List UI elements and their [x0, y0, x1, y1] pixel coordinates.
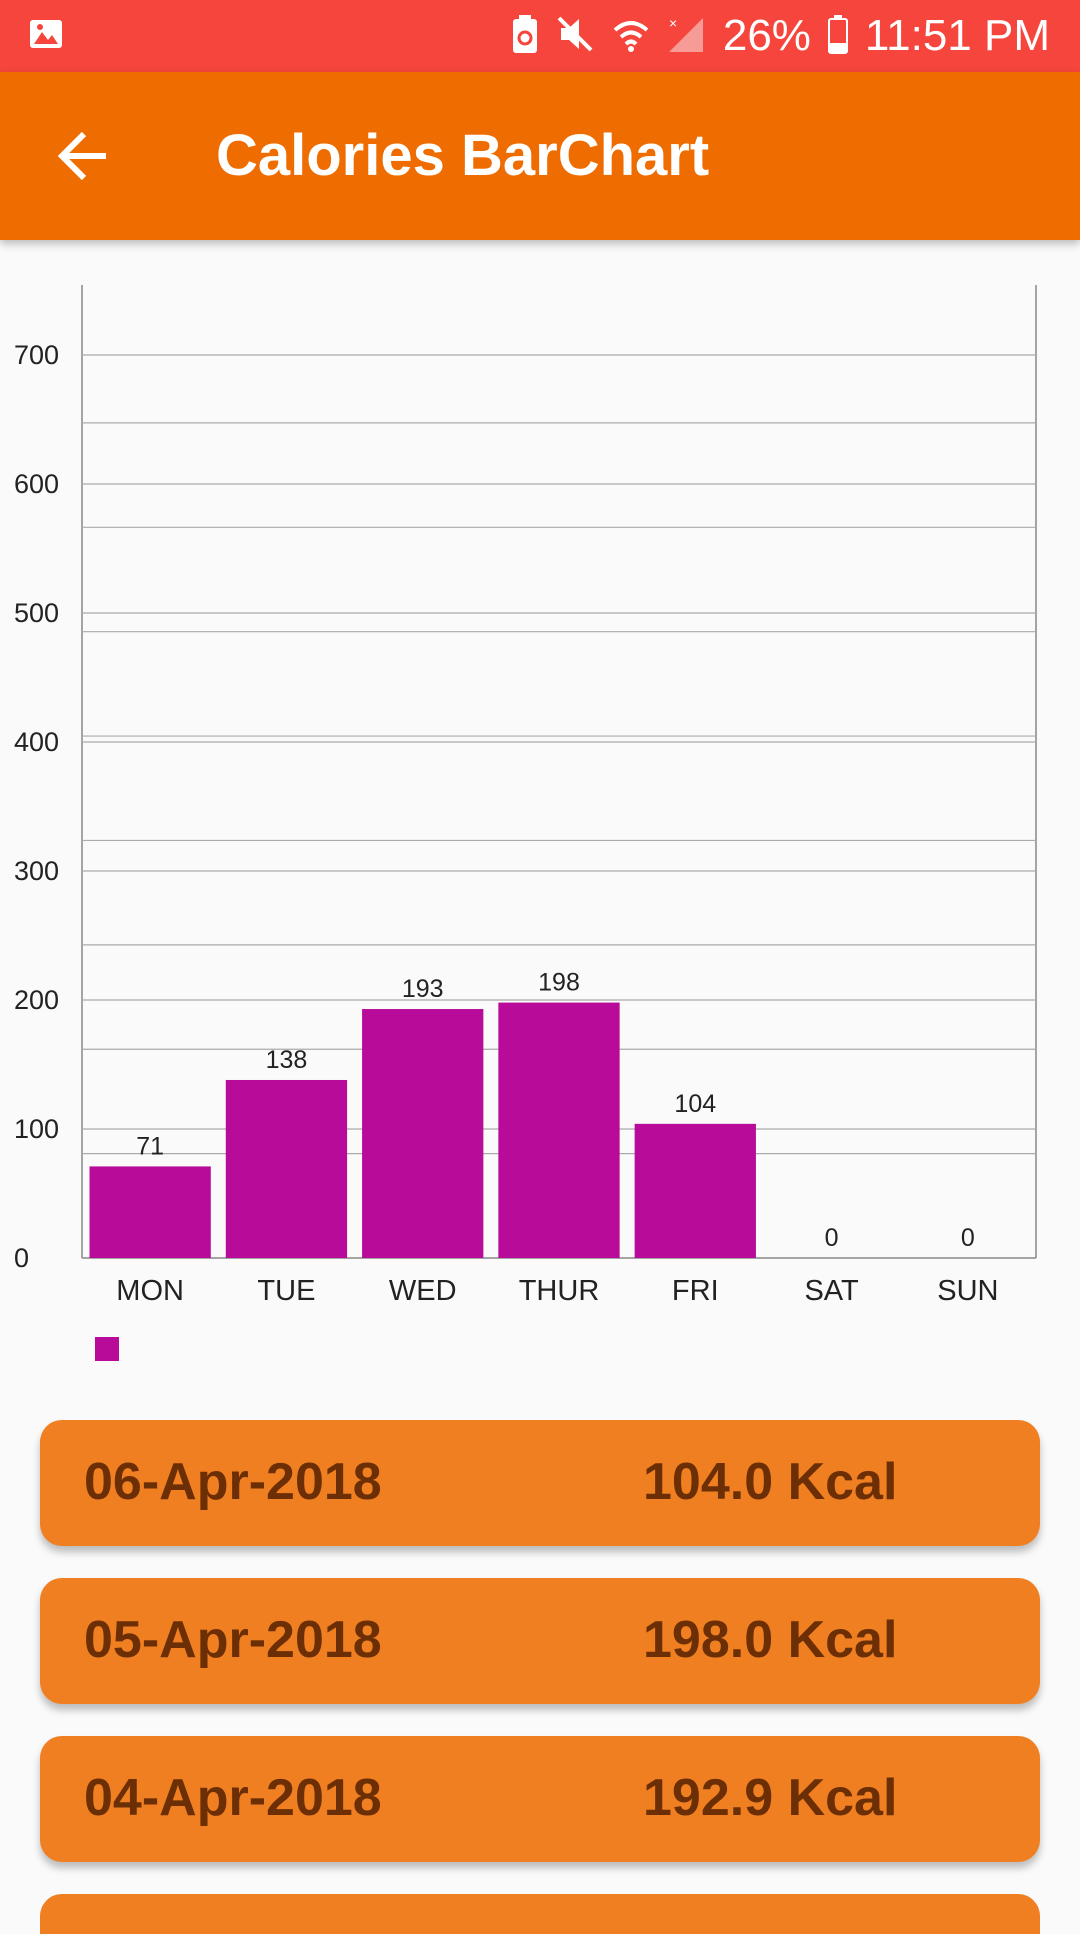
record-date: 06-Apr-2018	[84, 1453, 382, 1511]
record-kcal: 104.0 Kcal	[643, 1453, 898, 1511]
svg-text:×: ×	[669, 15, 677, 31]
chart-y-tick-label: 300	[14, 856, 59, 886]
chart-legend	[95, 1337, 119, 1361]
status-icons: × 26% 11:51 PM	[511, 0, 1050, 72]
chart-x-tick-label: SAT	[804, 1275, 859, 1307]
chart-y-axis-labels: 0 100 200 300 400 500 600 700	[14, 340, 59, 1273]
chart-bars	[89, 1002, 756, 1258]
chart-x-tick-label: WED	[389, 1275, 457, 1307]
app-bar: Calories BarChart	[0, 72, 1080, 240]
chart-data-label: 0	[825, 1224, 839, 1252]
chart-data-label: 104	[674, 1090, 716, 1118]
chart-data-label: 193	[402, 975, 444, 1003]
chart-x-tick-label: FRI	[672, 1275, 719, 1307]
battery-percent: 26%	[722, 11, 811, 60]
record-kcal: 198.0 Kcal	[643, 1611, 898, 1669]
battery-icon	[827, 14, 849, 59]
chart-x-tick-label: TUE	[257, 1275, 315, 1307]
calories-bar-chart: 0 100 200 300 400 500 600 700 MON TUE WED THUR FRI S…	[14, 285, 1037, 1361]
chart-x-tick-label: MON	[116, 1275, 184, 1307]
chart-data-label: 71	[136, 1132, 164, 1160]
chart-y-tick-label: 400	[14, 727, 59, 757]
signal-icon: ×	[667, 14, 707, 59]
gallery-icon	[28, 16, 64, 57]
chart-y-tick-label: 700	[14, 340, 59, 370]
chart-y-tick-label: 600	[14, 469, 59, 499]
chart-x-tick-label: THUR	[519, 1275, 600, 1307]
chart-bar	[225, 1079, 348, 1258]
chart-data-label: 198	[538, 969, 580, 997]
chart-bar	[634, 1123, 756, 1258]
clock: 11:51 PM	[864, 11, 1050, 60]
back-button[interactable]	[40, 112, 128, 200]
back-arrow-icon	[57, 131, 106, 181]
chart-y-tick-label: 0	[14, 1243, 29, 1273]
record-kcal: 192.9 Kcal	[643, 1769, 898, 1827]
chart-x-axis-labels: MON TUE WED THUR FRI SAT SUN	[116, 1275, 998, 1307]
record-date: 05-Apr-2018	[84, 1611, 382, 1669]
mute-icon	[555, 14, 595, 59]
chart-data-label: 138	[266, 1046, 308, 1074]
chart-bar	[498, 1002, 620, 1258]
chart-bar	[362, 1009, 484, 1258]
record-card[interactable]: 04-Apr-2018 192.9 Kcal	[40, 1736, 1040, 1862]
record-card-partial[interactable]	[40, 1894, 1040, 1934]
chart-bar	[89, 1166, 211, 1258]
record-card[interactable]: 06-Apr-2018 104.0 Kcal	[40, 1420, 1040, 1546]
status-bar: × 26% 11:51 PM	[0, 0, 1080, 72]
record-card[interactable]: 05-Apr-2018 198.0 Kcal	[40, 1578, 1040, 1704]
wifi-icon	[611, 14, 651, 59]
chart-y-tick-label: 100	[14, 1114, 59, 1144]
chart-y-tick-label: 500	[14, 598, 59, 628]
record-date: 04-Apr-2018	[84, 1769, 382, 1827]
chart-legend-swatch	[95, 1337, 119, 1361]
chart-x-tick-label: SUN	[937, 1275, 998, 1307]
page-title: Calories BarChart	[216, 123, 710, 188]
chart-y-tick-label: 200	[14, 985, 59, 1015]
battery-saver-icon	[511, 14, 539, 59]
chart-data-label: 0	[961, 1224, 975, 1252]
